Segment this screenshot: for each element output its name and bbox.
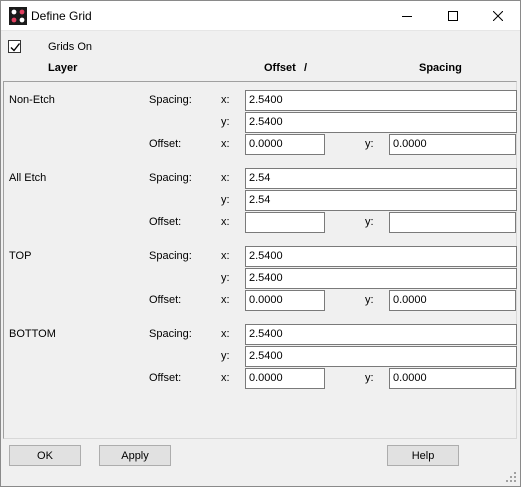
offset-label: Offset: [149, 294, 182, 306]
offset-header: Offset [264, 62, 296, 74]
minimize-icon [402, 16, 412, 17]
layer-header: Layer [48, 62, 78, 74]
offset-label: Offset: [149, 372, 182, 384]
offset-y-label: y: [365, 216, 374, 228]
maximize-button[interactable] [430, 1, 476, 31]
spacing-y-label: y: [221, 350, 230, 362]
offset-y-label: y: [365, 372, 374, 384]
bottom-spacing-y-input[interactable]: 2.5400 [245, 346, 517, 367]
spacing-label: Spacing: [149, 172, 192, 184]
close-button[interactable] [475, 1, 521, 31]
spacing-y-label: y: [221, 116, 230, 128]
spacing-x-label: x: [221, 172, 230, 184]
title-bar[interactable]: Define Grid [1, 1, 520, 31]
spacing-header: Spacing [419, 62, 462, 74]
offset-x-label: x: [221, 216, 230, 228]
grids-on-checkbox[interactable] [8, 40, 21, 53]
grids-on-label: Grids On [48, 41, 93, 53]
offset-label: Offset: [149, 216, 182, 228]
offset-label: Offset: [149, 138, 182, 150]
all-etch-spacing-y-input[interactable]: 2.54 [245, 190, 517, 211]
non-etch-offset-x-input[interactable]: 0.0000 [245, 134, 325, 155]
spacing-x-label: x: [221, 328, 230, 340]
offset-y-label: y: [365, 138, 374, 150]
layer-name-all-etch: All Etch [9, 172, 47, 184]
app-icon [9, 7, 27, 25]
define-grid-window: Define Grid Grids On Layer Offset / Spac… [0, 0, 521, 487]
spacing-x-label: x: [221, 94, 230, 106]
apply-button[interactable]: Apply [99, 445, 171, 466]
offset-spacing-separator: / [304, 62, 308, 74]
top-spacing-x-input[interactable]: 2.5400 [245, 246, 517, 267]
top-offset-x-input[interactable]: 0.0000 [245, 290, 325, 311]
close-icon [493, 11, 503, 21]
offset-x-label: x: [221, 294, 230, 306]
bottom-spacing-x-input[interactable]: 2.5400 [245, 324, 517, 345]
offset-y-label: y: [365, 294, 374, 306]
non-etch-offset-y-input[interactable]: 0.0000 [389, 134, 516, 155]
spacing-label: Spacing: [149, 94, 192, 106]
checkmark-icon [10, 43, 21, 52]
bottom-offset-x-input[interactable]: 0.0000 [245, 368, 325, 389]
spacing-y-label: y: [221, 194, 230, 206]
spacing-label: Spacing: [149, 250, 192, 262]
all-etch-spacing-x-input[interactable]: 2.54 [245, 168, 517, 189]
offset-x-label: x: [221, 138, 230, 150]
non-etch-spacing-x-input[interactable]: 2.5400 [245, 90, 517, 111]
bottom-offset-y-input[interactable]: 0.0000 [389, 368, 516, 389]
layer-name-bottom: BOTTOM [9, 328, 56, 340]
layer-name-top: TOP [9, 250, 32, 262]
non-etch-spacing-y-input[interactable]: 2.5400 [245, 112, 517, 133]
minimize-button[interactable] [384, 1, 430, 31]
help-button[interactable]: Help [387, 445, 459, 466]
spacing-x-label: x: [221, 250, 230, 262]
spacing-label: Spacing: [149, 328, 192, 340]
offset-x-label: x: [221, 372, 230, 384]
window-title: Define Grid [31, 9, 92, 23]
maximize-icon [448, 11, 458, 21]
spacing-y-label: y: [221, 272, 230, 284]
ok-button[interactable]: OK [9, 445, 81, 466]
resize-grip-icon[interactable] [505, 471, 517, 483]
top-offset-y-input[interactable]: 0.0000 [389, 290, 516, 311]
layer-name-non-etch: Non-Etch [9, 94, 55, 106]
all-etch-offset-y-input[interactable] [389, 212, 516, 233]
all-etch-offset-x-input[interactable] [245, 212, 325, 233]
top-spacing-y-input[interactable]: 2.5400 [245, 268, 517, 289]
